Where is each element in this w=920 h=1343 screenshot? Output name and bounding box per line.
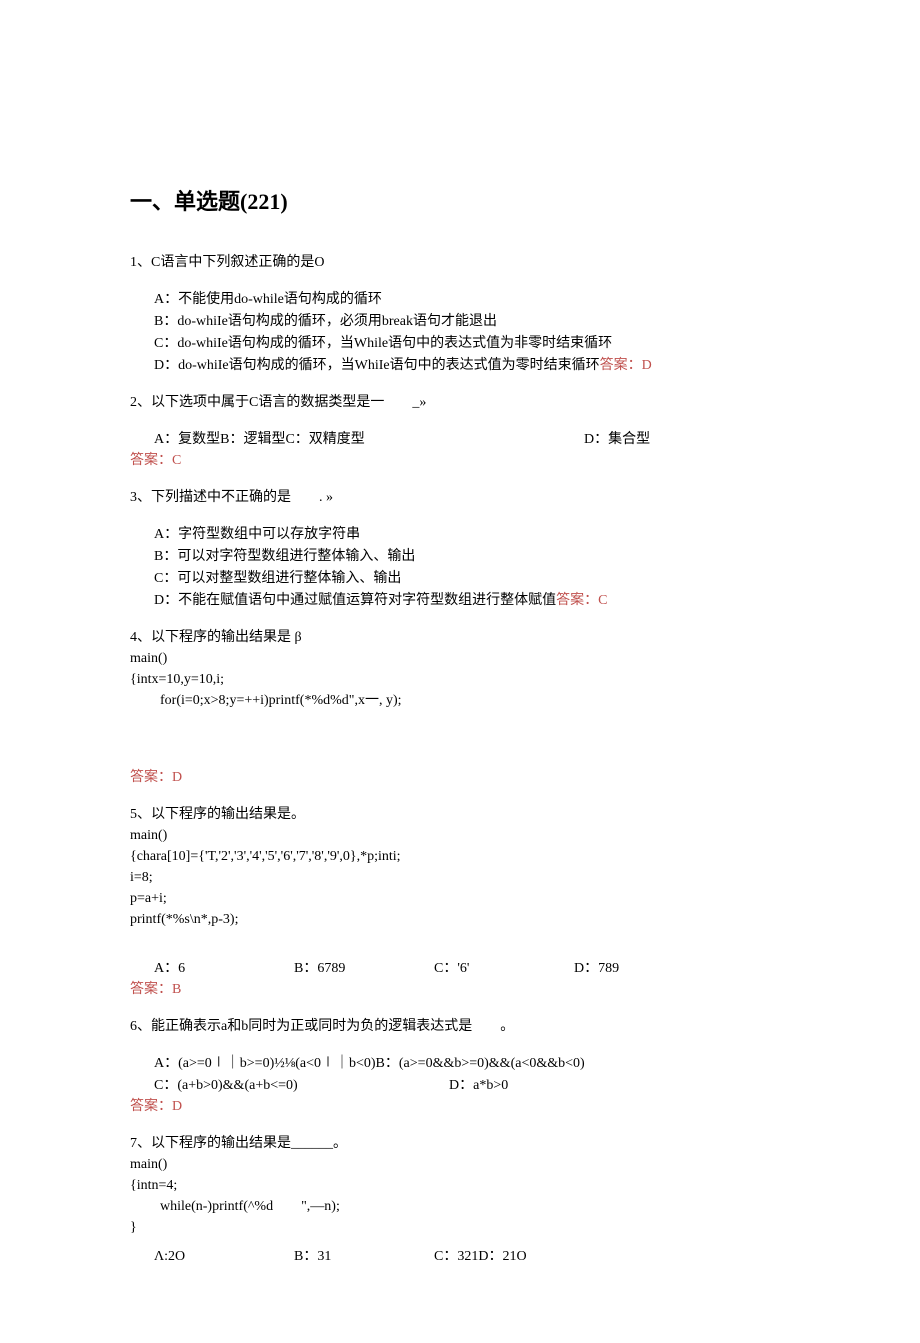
question-4: 4、以下程序的输出结果是 β main() {intx=10,y=10,i; f…: [130, 627, 790, 788]
q5-code-line5: printf(*%s\n*,p-3);: [130, 909, 790, 930]
q5-option-d: D：789: [574, 958, 694, 979]
q7-option-cd: C：321D：21O: [434, 1246, 554, 1267]
document-page: 一、单选题(221) 1、C语言中下列叙述正确的是O A：不能使用do-whil…: [0, 0, 920, 1343]
q1-option-a: A：不能使用do-while语句构成的循环: [154, 289, 790, 310]
q2-options: A：复数型B：逻辑型C：双精度型 D：集合型: [130, 429, 790, 450]
q1-option-b: B：do-whiIe语句构成的循环，必须用break语句才能退出: [154, 311, 790, 332]
q5-answer: 答案：B: [130, 979, 790, 1000]
q5-stem: 5、以下程序的输出结果是。: [130, 804, 790, 825]
q4-code-line1: main(): [130, 648, 790, 669]
q6-option-d: D：a*b>0: [449, 1075, 508, 1096]
question-5: 5、以下程序的输出结果是。 main() {chara[10]={'T,'2',…: [130, 804, 790, 1000]
question-6: 6、能正确表示a和b同时为正或同时为负的逻辑表达式是 。 A：(a>=0∣｜b>…: [130, 1016, 790, 1117]
q3-option-d: D：不能在赋值语句中通过赋值运算符对字符型数组进行整体赋值答案：C: [154, 590, 790, 611]
q1-option-d: D：do-whiIe语句构成的循环，当WhiIe语句中的表达式值为零时结束循环答…: [154, 355, 790, 376]
q1-option-c: C：do-whiIe语句构成的循环，当While语句中的表达式值为非零时结束循环: [154, 333, 790, 354]
question-1: 1、C语言中下列叙述正确的是O A：不能使用do-while语句构成的循环 B：…: [130, 252, 790, 376]
q7-code-line4: }: [130, 1217, 790, 1238]
q3-stem: 3、下列描述中不正确的是 . »: [130, 487, 790, 508]
q5-code-line3: i=8;: [130, 867, 790, 888]
q2-answer: 答案：C: [130, 450, 790, 471]
q2-stem: 2、以下选项中属于C语言的数据类型是一 _»: [130, 392, 790, 413]
q3-option-d-text: D：不能在赋值语句中通过赋值运算符对字符型数组进行整体赋值: [154, 593, 556, 608]
q6-option-c: C：(a+b>0)&&(a+b<=0): [154, 1075, 449, 1096]
q1-option-d-text: D：do-whiIe语句构成的循环，当WhiIe语句中的表达式值为零时结束循环: [154, 358, 600, 373]
q7-stem: 7、以下程序的输出结果是______。: [130, 1133, 790, 1154]
q3-option-c: C：可以对整型数组进行整体输入、输出: [154, 568, 790, 589]
q7-code-line3: while(n-)printf(^%d ",—n);: [130, 1196, 790, 1217]
q5-code-line2: {chara[10]={'T,'2','3','4','5','6','7','…: [130, 846, 790, 867]
q6-options: A：(a>=0∣｜b>=0)½⅛(a<0∣｜b<0)B：(a>=0&&b>=0)…: [130, 1053, 790, 1096]
q5-code-line4: p=a+i;: [130, 888, 790, 909]
q3-answer: 答案：C: [556, 593, 607, 608]
q3-option-a: A：字符型数组中可以存放字符串: [154, 524, 790, 545]
q7-options: Λ:2O B：31 C：321D：21O: [130, 1246, 790, 1267]
q7-code-line1: main(): [130, 1154, 790, 1175]
question-3: 3、下列描述中不正确的是 . » A：字符型数组中可以存放字符串 B：可以对字符…: [130, 487, 790, 611]
q5-options: A：6 B：6789 C：'6' D：789: [130, 958, 790, 979]
q4-code-line3: for(i=0;x>8;y=++i)printf(*%d%d",x一, y);: [130, 690, 790, 711]
q5-code-line1: main(): [130, 825, 790, 846]
q1-options: A：不能使用do-while语句构成的循环 B：do-whiIe语句构成的循环，…: [130, 289, 790, 376]
q1-stem: 1、C语言中下列叙述正确的是O: [130, 252, 790, 273]
question-7: 7、以下程序的输出结果是______。 main() {intn=4; whil…: [130, 1133, 790, 1267]
q7-code-line2: {intn=4;: [130, 1175, 790, 1196]
q4-answer: 答案：D: [130, 767, 790, 788]
q6-stem: 6、能正确表示a和b同时为正或同时为负的逻辑表达式是 。: [130, 1016, 790, 1037]
q1-answer: 答案：D: [600, 358, 652, 373]
q2-option-d: D：集合型: [584, 429, 650, 450]
q2-option-abc: A：复数型B：逻辑型C：双精度型: [154, 429, 584, 450]
q4-code-line2: {intx=10,y=10,i;: [130, 669, 790, 690]
question-2: 2、以下选项中属于C语言的数据类型是一 _» A：复数型B：逻辑型C：双精度型 …: [130, 392, 790, 471]
q7-option-b: B：31: [294, 1246, 434, 1267]
q3-options: A：字符型数组中可以存放字符串 B：可以对字符型数组进行整体输入、输出 C：可以…: [130, 524, 790, 611]
q4-stem: 4、以下程序的输出结果是 β: [130, 627, 790, 648]
q6-answer: 答案：D: [130, 1096, 790, 1117]
q5-option-a: A：6: [154, 958, 294, 979]
q3-option-b: B：可以对字符型数组进行整体输入、输出: [154, 546, 790, 567]
q5-option-c: C：'6': [434, 958, 574, 979]
q5-option-b: B：6789: [294, 958, 434, 979]
section-heading: 一、单选题(221): [130, 185, 790, 218]
q6-option-ab: A：(a>=0∣｜b>=0)½⅛(a<0∣｜b<0)B：(a>=0&&b>=0)…: [154, 1053, 790, 1074]
q7-option-a: Λ:2O: [154, 1246, 294, 1267]
